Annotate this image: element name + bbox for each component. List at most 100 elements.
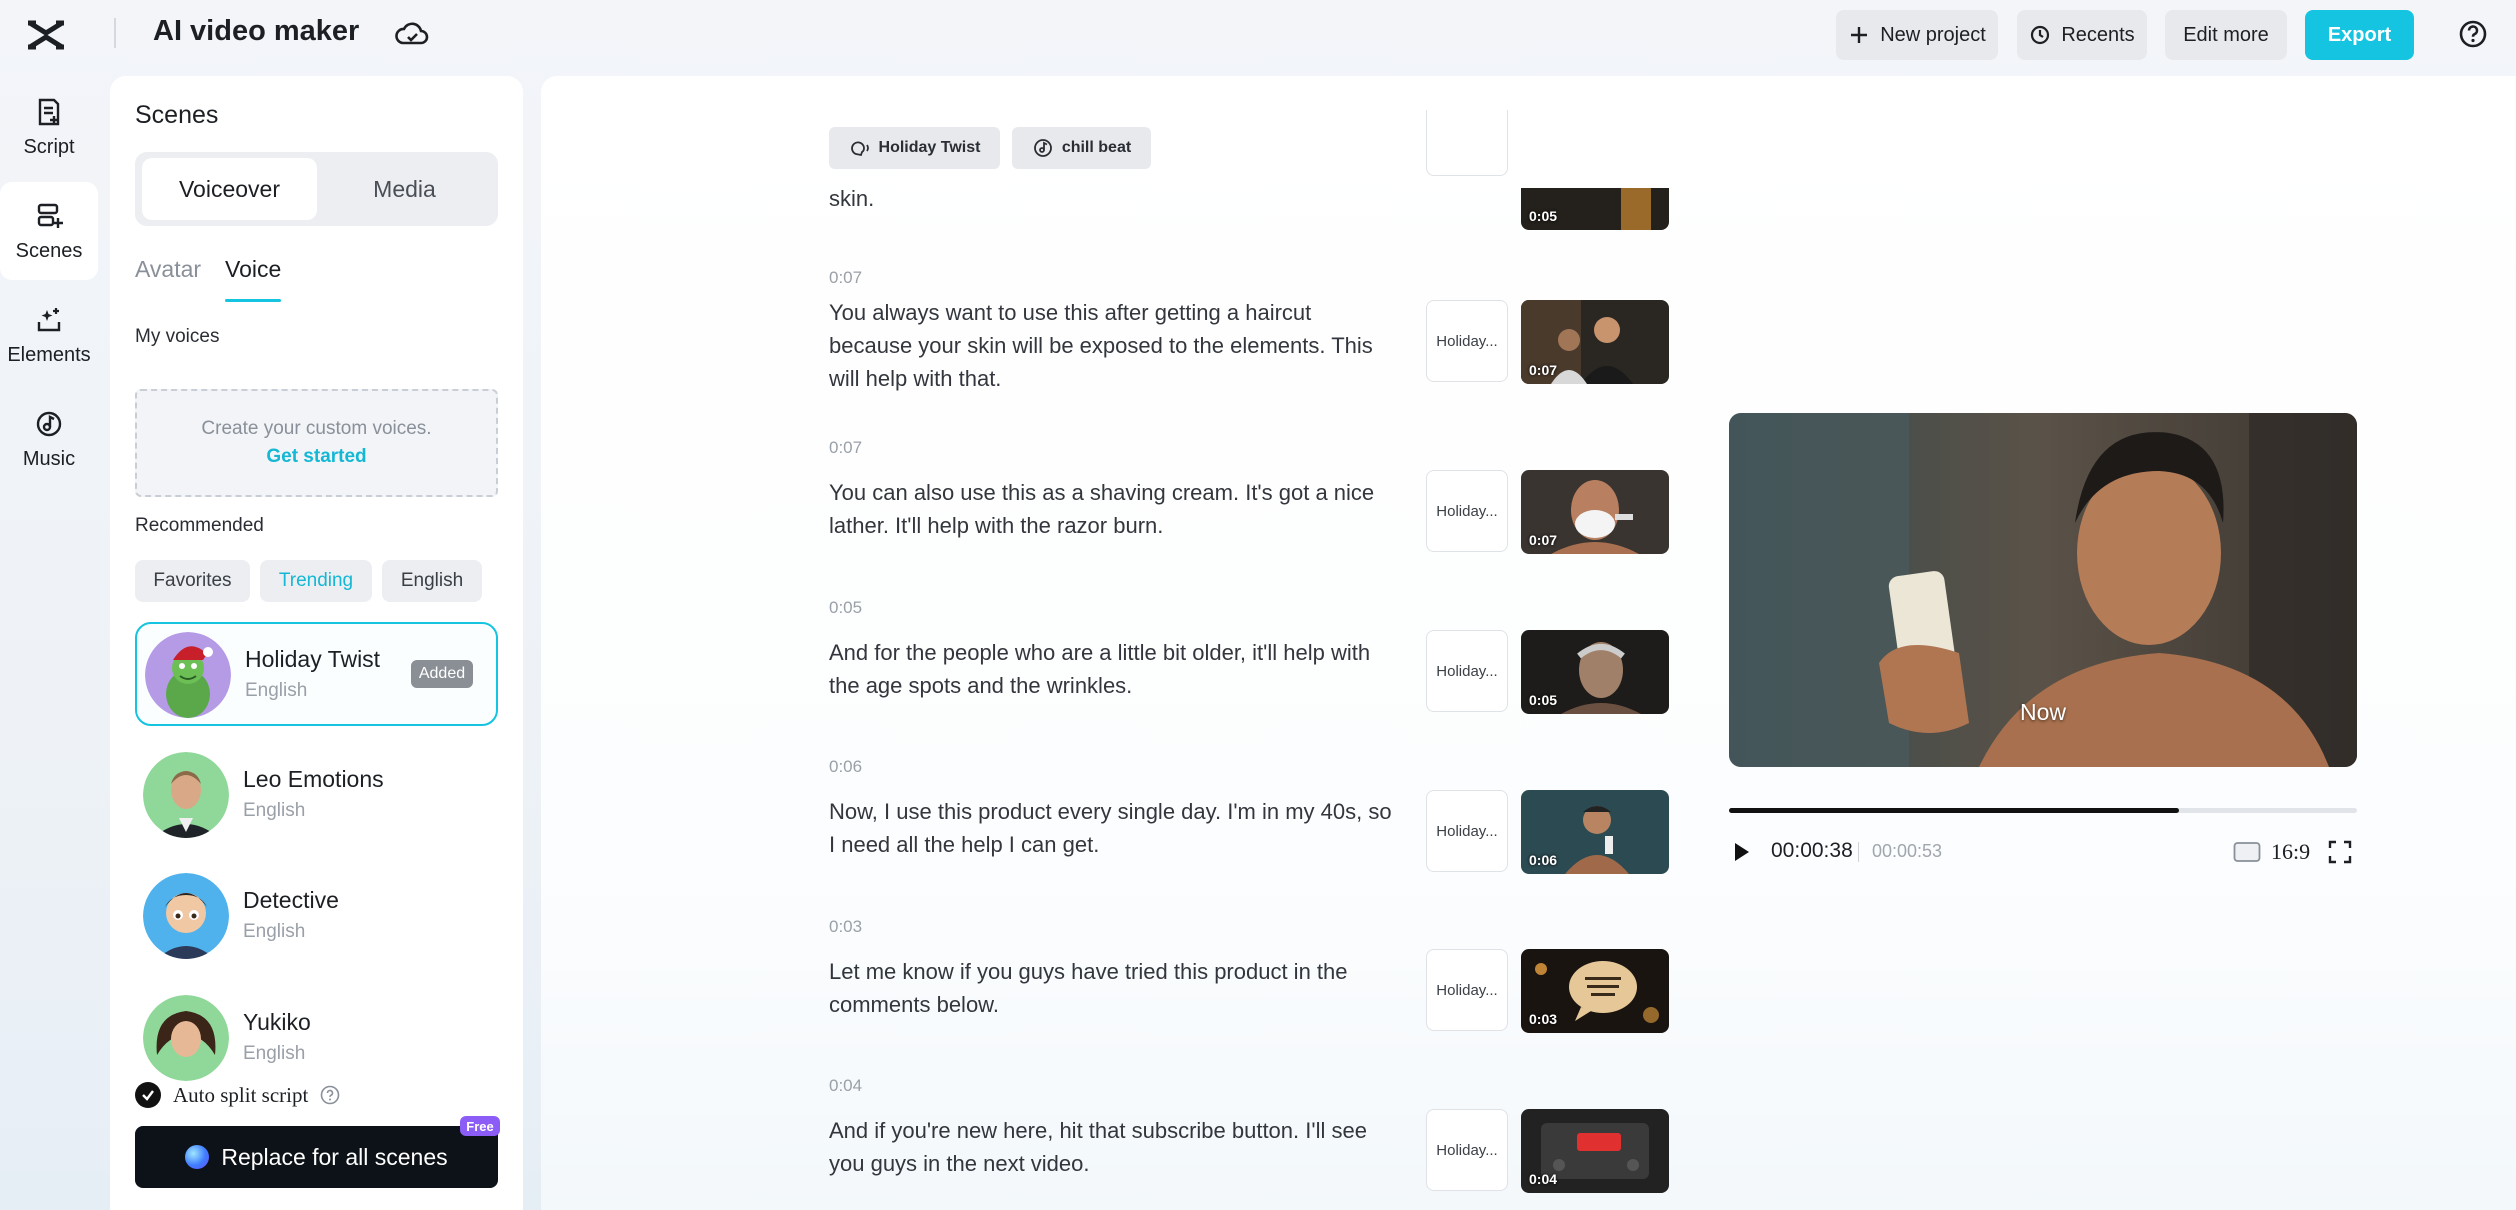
scene-duration: 0:05 bbox=[1529, 208, 1558, 224]
edit-more-button[interactable]: Edit more bbox=[2165, 10, 2287, 60]
rail-item-music[interactable]: Music bbox=[0, 390, 98, 488]
music-tag-chill-beat[interactable]: chill beat bbox=[1012, 127, 1151, 169]
custom-voice-text: Create your custom voices. bbox=[201, 418, 432, 439]
scene-script-text[interactable]: Now, I use this product every single day… bbox=[829, 795, 1399, 861]
tab-media[interactable]: Media bbox=[317, 158, 492, 220]
rail-label-script: Script bbox=[23, 135, 75, 158]
export-button[interactable]: Export bbox=[2305, 10, 2414, 60]
playback-progress-bar[interactable] bbox=[1729, 808, 2357, 813]
tab-voiceover[interactable]: Voiceover bbox=[142, 158, 317, 220]
scene-thumbnail[interactable]: 0:04 bbox=[1521, 1109, 1669, 1193]
scene-voice-box[interactable]: Holiday... bbox=[1426, 790, 1508, 872]
scene-voice-box[interactable] bbox=[1426, 110, 1508, 176]
scene-script-text[interactable]: You always want to use this after gettin… bbox=[829, 296, 1399, 395]
chip-english[interactable]: English bbox=[382, 560, 482, 602]
scene-duration: 0:03 bbox=[1529, 1011, 1558, 1027]
get-started-link[interactable]: Get started bbox=[266, 446, 366, 468]
scene-voice-box[interactable]: Holiday... bbox=[1426, 949, 1508, 1031]
scene-script-text[interactable]: And for the people who are a little bit … bbox=[829, 636, 1399, 702]
scene-time: 0:07 bbox=[829, 438, 863, 457]
scene-time: 0:05 bbox=[829, 598, 863, 617]
video-preview[interactable]: Now bbox=[1729, 413, 2357, 767]
rail-item-elements[interactable]: Elements bbox=[0, 286, 98, 384]
added-badge: Added bbox=[411, 660, 473, 688]
scene-time: 0:07 bbox=[829, 268, 863, 287]
scene-script-text[interactable]: You can also use this as a shaving cream… bbox=[829, 476, 1399, 542]
auto-split-option[interactable]: Auto split script bbox=[135, 1082, 340, 1108]
title-divider bbox=[114, 18, 116, 48]
current-time: 00:00:38 bbox=[1771, 839, 1853, 862]
scene-thumbnail[interactable]: 0:05 bbox=[1521, 630, 1669, 714]
ai-orb-icon bbox=[185, 1145, 210, 1169]
subtab-avatar[interactable]: Avatar bbox=[135, 256, 201, 283]
export-label: Export bbox=[2327, 23, 2392, 46]
voice-name: Detective bbox=[243, 887, 339, 913]
scene-voice-box[interactable]: Holiday... bbox=[1426, 630, 1508, 712]
clock-icon bbox=[2031, 25, 2050, 45]
rail-item-script[interactable]: Script bbox=[0, 78, 98, 176]
aspect-ratio-label[interactable]: 16:9 bbox=[2271, 839, 2310, 865]
voice-list: Holiday Twist English Added Leo Emotions… bbox=[135, 622, 498, 1136]
avatar bbox=[145, 632, 231, 718]
time-separator bbox=[1858, 842, 1859, 862]
auto-split-label: Auto split script bbox=[173, 1082, 309, 1107]
free-badge: Free bbox=[460, 1116, 500, 1136]
new-project-button[interactable]: New project bbox=[1836, 10, 1998, 60]
subtab-voice[interactable]: Voice bbox=[225, 256, 281, 283]
recents-label: Recents bbox=[2061, 23, 2135, 46]
replace-label: Replace for all scenes bbox=[221, 1143, 448, 1170]
voice-tag-label: Holiday Twist bbox=[878, 139, 981, 156]
scene-script-text[interactable]: And if you're new here, hit that subscri… bbox=[829, 1114, 1399, 1180]
playback-progress-fill bbox=[1729, 808, 2180, 813]
scene-thumbnail[interactable]: 0:03 bbox=[1521, 949, 1669, 1033]
avatar bbox=[143, 995, 229, 1081]
voice-waveform-icon bbox=[850, 141, 869, 157]
voice-name: Leo Emotions bbox=[243, 766, 384, 792]
checkbox-checked-icon[interactable] bbox=[135, 1082, 161, 1108]
music-icon bbox=[36, 411, 62, 436]
scene-thumbnail[interactable]: 0:06 bbox=[1521, 790, 1669, 874]
cloud-sync-icon[interactable] bbox=[394, 18, 430, 50]
app-title: AI video maker bbox=[153, 15, 360, 47]
fullscreen-icon[interactable] bbox=[2327, 839, 2353, 865]
custom-voice-box: Create your custom voices. Get started bbox=[135, 389, 498, 497]
scene-thumbnail[interactable]: 0:07 bbox=[1521, 300, 1669, 384]
scenes-panel: Scenes Voiceover Media Avatar Voice My v… bbox=[110, 76, 523, 1210]
voice-item-detective[interactable]: Detective English bbox=[135, 865, 498, 969]
chip-favorites[interactable]: Favorites bbox=[135, 560, 250, 602]
avatar bbox=[143, 873, 229, 959]
music-disc-icon bbox=[1033, 139, 1052, 157]
voice-item-yukiko[interactable]: Yukiko English bbox=[135, 987, 498, 1091]
help-icon[interactable] bbox=[2457, 18, 2489, 50]
voice-item-holiday-twist[interactable]: Holiday Twist English Added bbox=[135, 622, 498, 726]
voice-language: English bbox=[243, 800, 306, 821]
voice-language: English bbox=[245, 680, 308, 701]
capcut-logo-icon[interactable] bbox=[26, 17, 66, 53]
aspect-ratio-icon[interactable] bbox=[2233, 841, 2261, 863]
scene-thumbnail[interactable]: 0:07 bbox=[1521, 470, 1669, 554]
scene-voice-box[interactable]: Holiday... bbox=[1426, 470, 1508, 552]
scene-duration: 0:05 bbox=[1529, 692, 1558, 708]
play-icon[interactable] bbox=[1729, 840, 1753, 864]
recents-button[interactable]: Recents bbox=[2017, 10, 2147, 60]
rail-item-scenes[interactable]: Scenes bbox=[0, 182, 98, 280]
voice-tag-holiday-twist[interactable]: Holiday Twist bbox=[829, 127, 1000, 169]
chip-trending[interactable]: Trending bbox=[260, 560, 372, 602]
scenes-icon bbox=[37, 203, 63, 228]
scene-script-text[interactable]: Let me know if you guys have tried this … bbox=[829, 955, 1399, 1021]
scene-thumbnail[interactable]: 0:05 bbox=[1521, 188, 1669, 230]
preview-caption: Now bbox=[2019, 699, 2066, 725]
replace-for-all-scenes-button[interactable]: Replace for all scenes bbox=[135, 1126, 498, 1188]
recommended-heading: Recommended bbox=[135, 515, 264, 536]
scene-voice-box[interactable]: Holiday... bbox=[1426, 1109, 1508, 1191]
rail-label-music: Music bbox=[22, 447, 76, 470]
scene-script-text[interactable]: skin. bbox=[829, 182, 1399, 215]
info-question-icon[interactable] bbox=[320, 1085, 340, 1105]
player-controls: 00:00:38 00:00:53 16:9 bbox=[1729, 836, 2357, 868]
scene-voice-box[interactable]: Holiday... bbox=[1426, 300, 1508, 382]
elements-icon bbox=[37, 307, 61, 331]
scene-duration: 0:06 bbox=[1529, 852, 1558, 868]
voice-item-leo-emotions[interactable]: Leo Emotions English bbox=[135, 744, 498, 848]
rail-label-scenes: Scenes bbox=[15, 239, 83, 262]
edit-more-label: Edit more bbox=[2183, 23, 2269, 46]
